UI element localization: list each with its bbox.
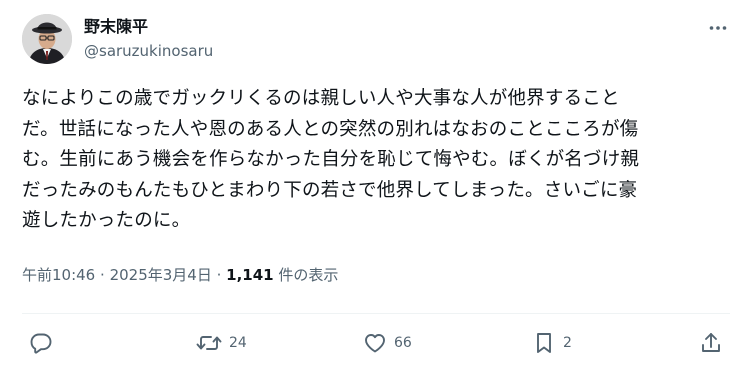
action-bar: 24 66 2 xyxy=(0,330,750,356)
like-icon xyxy=(363,331,387,355)
repost-icon xyxy=(196,331,222,355)
views-label: 件の表示 xyxy=(278,266,339,284)
views-count: 1,141 xyxy=(226,266,274,284)
bookmark-button[interactable]: 2 xyxy=(532,330,572,356)
reply-icon xyxy=(29,331,53,355)
display-name[interactable]: 野末陳平 xyxy=(84,16,213,38)
share-button[interactable] xyxy=(699,330,723,356)
user-handle[interactable]: @saruzukinosaru xyxy=(84,40,213,62)
tweet-text-line: だ。世話になった人や恩のある人との突然の別れはなおのことこころが傷 xyxy=(22,118,639,140)
tweet-text: なによりこの歳でガックリくるのは親しい人や大事な人が他界すること だ。世話になっ… xyxy=(22,84,730,237)
meta-separator: · xyxy=(216,266,227,284)
divider xyxy=(22,313,730,314)
tweet-meta: 午前10:46 · 2025年3月4日 · 1,141 件の表示 xyxy=(22,264,338,286)
author-info: 野末陳平 @saruzukinosaru xyxy=(84,16,213,62)
tweet-time[interactable]: 午前10:46 xyxy=(22,266,95,284)
tweet: 野末陳平 @saruzukinosaru なによりこの歳でガックリくるのは親しい… xyxy=(0,0,750,373)
more-button[interactable] xyxy=(706,16,730,40)
like-button[interactable]: 66 xyxy=(363,330,412,356)
bookmark-icon xyxy=(532,331,556,355)
reply-button[interactable] xyxy=(29,330,60,356)
tweet-text-line: だったみのもんたもひとまわり下の若さで他界してしまった。さいごに豪 xyxy=(22,179,638,201)
bookmark-count: 2 xyxy=(563,335,572,351)
avatar-image xyxy=(22,14,72,64)
meta-separator: · xyxy=(100,266,110,284)
tweet-text-line: 遊したかったのに。 xyxy=(22,210,191,231)
more-icon xyxy=(708,18,728,38)
tweet-text-line: む。生前にあう機会を作らなかった自分を恥じて悔やむ。ぼくが名づけ親 xyxy=(22,149,640,170)
repost-count: 24 xyxy=(229,335,247,351)
repost-button[interactable]: 24 xyxy=(196,330,247,356)
share-icon xyxy=(699,331,723,355)
like-count: 66 xyxy=(394,335,412,351)
tweet-date[interactable]: 2025年3月4日 xyxy=(110,266,212,284)
avatar[interactable] xyxy=(22,14,72,64)
tweet-text-line: なによりこの歳でガックリくるのは親しい人や大事な人が他界すること xyxy=(22,88,620,109)
